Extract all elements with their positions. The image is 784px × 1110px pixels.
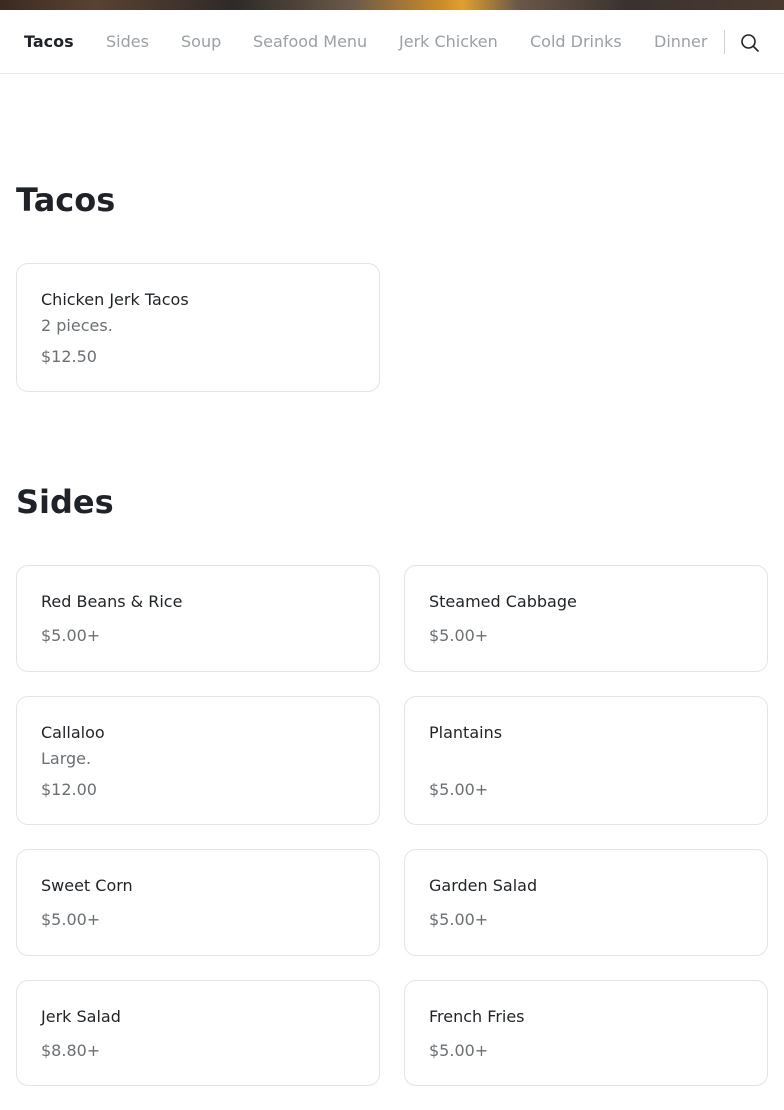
nav-tab-seafood-menu[interactable]: Seafood Menu bbox=[253, 32, 367, 52]
menu-item-card[interactable]: Plantains $5.00+ bbox=[404, 696, 768, 825]
menu-item-name: Sweet Corn bbox=[41, 876, 133, 895]
nav-tab-dinner[interactable]: Dinner bbox=[654, 32, 707, 52]
nav-tab-tacos[interactable]: Tacos bbox=[24, 32, 74, 52]
menu-item-description: 2 pieces. bbox=[41, 316, 113, 335]
menu-item-card[interactable]: Garden Salad $5.00+ bbox=[404, 849, 768, 956]
menu-item-price: $5.00+ bbox=[41, 910, 101, 929]
menu-item-price: $5.00+ bbox=[429, 780, 489, 799]
menu-item-name: French Fries bbox=[429, 1007, 525, 1026]
menu-item-card[interactable]: Steamed Cabbage $5.00+ bbox=[404, 565, 768, 672]
menu-item-card[interactable]: Chicken Jerk Tacos 2 pieces. $12.50 bbox=[16, 263, 380, 392]
menu-item-name: Garden Salad bbox=[429, 876, 538, 895]
section-title-tacos: Tacos bbox=[16, 181, 116, 219]
menu-item-price: $8.80+ bbox=[41, 1041, 101, 1060]
nav-tab-sides[interactable]: Sides bbox=[106, 32, 149, 52]
menu-item-price: $5.00+ bbox=[429, 626, 489, 645]
menu-item-name: Plantains bbox=[429, 723, 503, 742]
menu-item-price: $5.00+ bbox=[429, 910, 489, 929]
menu-item-name: Chicken Jerk Tacos bbox=[41, 290, 189, 309]
menu-item-name: Jerk Salad bbox=[41, 1007, 121, 1026]
menu-item-price: $12.00 bbox=[41, 780, 97, 799]
nav-tab-soup[interactable]: Soup bbox=[181, 32, 221, 52]
search-icon bbox=[741, 34, 759, 52]
menu-item-name: Red Beans & Rice bbox=[41, 592, 183, 611]
menu-item-card[interactable]: Callaloo Large. $12.00 bbox=[16, 696, 380, 825]
nav-tab-cold-drinks[interactable]: Cold Drinks bbox=[530, 32, 622, 52]
nav-divider bbox=[724, 30, 725, 54]
menu-item-price: $5.00+ bbox=[429, 1041, 489, 1060]
menu-item-card[interactable]: French Fries $5.00+ bbox=[404, 980, 768, 1086]
menu-item-price: $12.50 bbox=[41, 347, 97, 366]
nav-tab-jerk-chicken[interactable]: Jerk Chicken bbox=[399, 32, 498, 52]
menu-item-card[interactable]: Jerk Salad $8.80+ bbox=[16, 980, 380, 1086]
menu-item-price: $5.00+ bbox=[41, 626, 101, 645]
menu-item-card[interactable]: Sweet Corn $5.00+ bbox=[16, 849, 380, 956]
category-nav: Tacos Sides Soup Seafood Menu Jerk Chick… bbox=[0, 10, 784, 74]
hero-image-strip bbox=[0, 0, 784, 10]
menu-item-card[interactable]: Red Beans & Rice $5.00+ bbox=[16, 565, 380, 672]
menu-item-name: Steamed Cabbage bbox=[429, 592, 577, 611]
menu-item-description: Large. bbox=[41, 749, 92, 768]
search-button[interactable] bbox=[736, 29, 764, 57]
section-title-sides: Sides bbox=[16, 483, 114, 521]
menu-item-name: Callaloo bbox=[41, 723, 105, 742]
